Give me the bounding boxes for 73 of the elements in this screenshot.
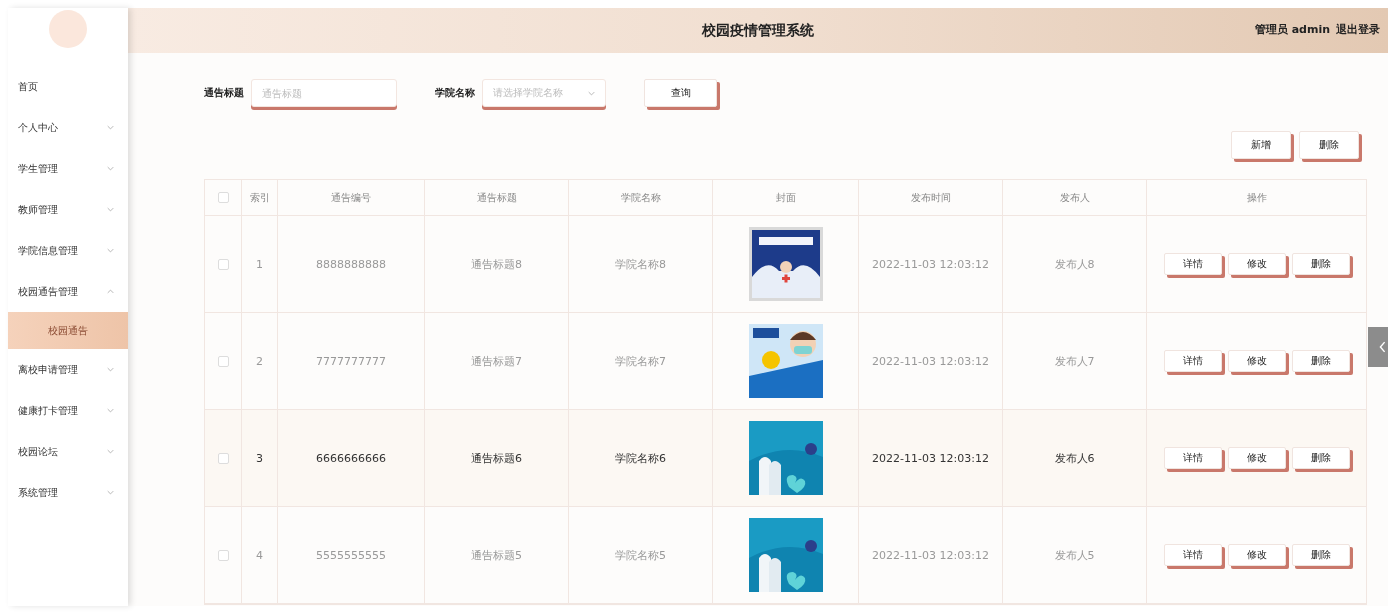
search-button[interactable]: 查询: [644, 79, 717, 107]
add-button[interactable]: 新增: [1231, 131, 1291, 159]
column-header: 通告编号: [331, 190, 371, 205]
column-header: 通告标题: [476, 190, 517, 205]
table-cell: 发布人7: [1054, 353, 1095, 369]
menu-item[interactable]: 学生管理: [8, 148, 128, 189]
column-header: 操作: [1246, 190, 1267, 205]
table-cell: 2022-11-03 12:03:12: [872, 257, 989, 271]
input-field[interactable]: 通告标题: [251, 79, 397, 107]
checkbox[interactable]: [217, 192, 229, 203]
column-header: 学院名称: [620, 190, 661, 205]
menu-item[interactable]: 校园通告管理: [8, 271, 128, 312]
submenu-item[interactable]: 校园通告: [8, 312, 128, 349]
table-cell: 学院名称6: [615, 450, 666, 466]
table-cell: 2022-11-03 12:03:12: [872, 548, 989, 562]
table-cell: 学院名称8: [615, 256, 666, 272]
checkbox[interactable]: [217, 355, 229, 367]
field-label: 学院名称: [435, 86, 475, 100]
edit-button[interactable]: 修改: [1227, 350, 1286, 372]
table-cell: 学院名称5: [615, 547, 666, 563]
menu-item[interactable]: 教师管理: [8, 189, 128, 230]
menu-item[interactable]: 系统管理: [8, 472, 128, 513]
delete-button[interactable]: 删除: [1291, 253, 1350, 275]
table-cell: 发布人6: [1054, 450, 1095, 466]
menu-item[interactable]: 首页: [8, 66, 128, 107]
column-header: 发布人: [1059, 190, 1090, 205]
user-label: 管理员 admin: [1254, 22, 1330, 37]
edit-button[interactable]: 修改: [1227, 447, 1286, 469]
table-cell: 通告标题6: [471, 450, 522, 466]
checkbox[interactable]: [217, 452, 229, 464]
table-cell: 2022-11-03 12:03:12: [872, 354, 989, 368]
table-cell: 通告标题8: [471, 256, 522, 272]
collapse-tab[interactable]: [1368, 327, 1388, 367]
table-cell: 通告标题5: [471, 547, 522, 563]
chevron-left-icon: [1379, 341, 1386, 353]
menu-item[interactable]: 离校申请管理: [8, 349, 128, 390]
table-cell: 发布人5: [1054, 547, 1095, 563]
delete-button[interactable]: 删除: [1291, 447, 1350, 469]
delete-button[interactable]: 删除: [1291, 350, 1350, 372]
app-title: 校园疫情管理系统: [702, 21, 814, 40]
checkbox[interactable]: [217, 549, 229, 561]
column-header: 封面: [775, 190, 796, 205]
menu-item[interactable]: 校园论坛: [8, 431, 128, 472]
table-cell: 5555555555: [316, 548, 386, 562]
logout-link[interactable]: 退出登录: [1336, 22, 1380, 37]
menu-item[interactable]: 健康打卡管理: [8, 390, 128, 431]
table-cell: 2022-11-03 12:03:12: [872, 451, 989, 465]
table-cell: 学院名称7: [615, 353, 666, 369]
delete-button[interactable]: 删除: [1291, 544, 1350, 566]
row-index: 3: [256, 451, 263, 465]
edit-button[interactable]: 修改: [1227, 544, 1286, 566]
table-cell: 发布人8: [1054, 256, 1095, 272]
avatar: [49, 10, 87, 48]
column-header: 索引: [249, 190, 270, 205]
checkbox[interactable]: [217, 258, 229, 270]
delete-button[interactable]: 删除: [1299, 131, 1359, 159]
row-index: 1: [256, 257, 263, 271]
menu-item[interactable]: 学院信息管理: [8, 230, 128, 271]
chevron-down-icon: [588, 90, 595, 96]
details-button[interactable]: 详情: [1163, 253, 1222, 275]
edit-button[interactable]: 修改: [1227, 253, 1286, 275]
table-cell: 8888888888: [316, 257, 386, 271]
table-cell: 6666666666: [316, 451, 386, 465]
details-button[interactable]: 详情: [1163, 544, 1222, 566]
details-button[interactable]: 详情: [1163, 350, 1222, 372]
table-cell: 7777777777: [316, 354, 386, 368]
details-button[interactable]: 详情: [1163, 447, 1222, 469]
row-index: 2: [256, 354, 263, 368]
row-index: 4: [256, 548, 263, 562]
table-cell: 通告标题7: [471, 353, 522, 369]
column-header: 发布时间: [910, 190, 951, 205]
field-label: 通告标题: [204, 86, 244, 100]
menu-item[interactable]: 个人中心: [8, 107, 128, 148]
